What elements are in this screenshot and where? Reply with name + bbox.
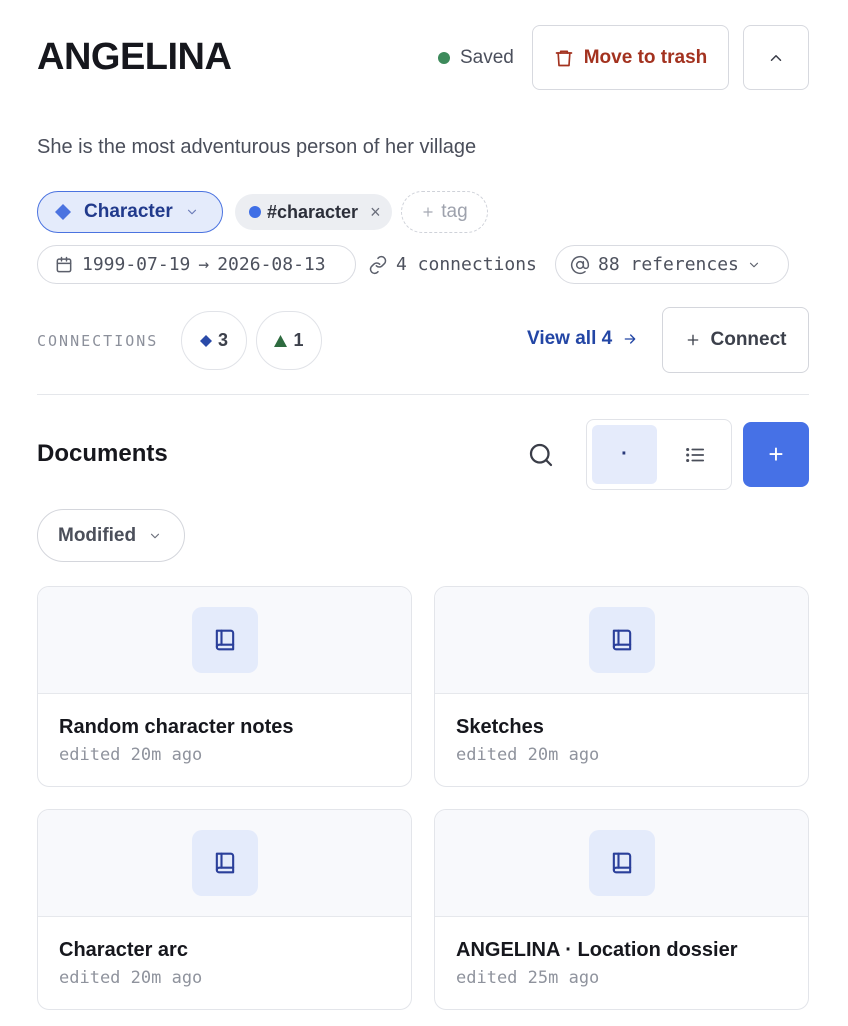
card-icon-tile <box>589 607 655 673</box>
grid-view-button[interactable]: · <box>592 425 657 484</box>
connect-button[interactable]: Connect <box>662 307 809 373</box>
add-tag-label: tag <box>441 201 468 222</box>
date-start: 1999-07-19 <box>82 254 191 275</box>
card-icon-tile <box>192 607 258 673</box>
card-subtitle: edited 20m ago <box>59 745 203 765</box>
tag-chip[interactable]: #character × <box>235 194 392 230</box>
book-icon <box>612 629 632 651</box>
connections-section-label: CONNECTIONS <box>37 332 159 350</box>
card-title: ANGELINA · Location dossier <box>456 939 738 961</box>
book-icon <box>215 629 235 651</box>
link-icon <box>369 255 387 274</box>
collapse-button[interactable] <box>743 25 809 90</box>
save-status: Saved <box>438 47 514 69</box>
arrow-right-icon <box>624 334 636 344</box>
connection-chip-count: 3 <box>217 330 228 350</box>
card-title: Random character notes <box>59 716 294 738</box>
book-icon <box>215 852 235 874</box>
card-subtitle: edited 20m ago <box>456 745 600 765</box>
plus-icon <box>687 334 698 346</box>
triangle-icon <box>274 334 288 347</box>
trash-icon <box>555 50 573 66</box>
card-icon-tile <box>589 830 655 896</box>
date-end: 2026-08-13 <box>217 254 326 275</box>
view-all-connections-link[interactable]: View all 4 <box>527 328 638 350</box>
entity-type-select[interactable]: Character <box>37 191 223 233</box>
list-icon <box>685 447 704 462</box>
tag-remove-icon[interactable]: × <box>370 202 381 223</box>
at-sign-icon <box>570 255 590 274</box>
search-documents-button[interactable] <box>526 440 556 470</box>
view-all-label: View all 4 <box>527 328 613 349</box>
save-status-label: Saved <box>460 47 514 68</box>
grid-view-glyph: · <box>621 443 628 465</box>
diamond-icon <box>55 204 71 220</box>
diamond-icon <box>199 334 212 347</box>
document-card[interactable]: Sketches edited 20m ago <box>434 586 809 787</box>
card-title: Character arc <box>59 939 188 961</box>
add-tag-button[interactable]: tag <box>401 191 488 233</box>
move-to-trash-button[interactable]: Move to trash <box>532 25 729 90</box>
references-label: 88 references <box>598 254 739 275</box>
entity-description[interactable]: She is the most adventurous person of he… <box>37 136 476 159</box>
connections-count[interactable]: 4 connections <box>368 254 537 275</box>
sort-dropdown[interactable]: Modified <box>37 509 185 562</box>
connections-count-label: 4 connections <box>396 254 537 275</box>
references-dropdown[interactable]: 88 references <box>555 245 789 284</box>
document-card[interactable]: Random character notes edited 20m ago <box>37 586 412 787</box>
chevron-down-icon <box>151 533 160 538</box>
calendar-icon <box>56 256 72 272</box>
connect-label: Connect <box>710 329 787 350</box>
sort-label: Modified <box>58 524 137 546</box>
book-icon <box>612 852 632 874</box>
add-document-button[interactable]: + <box>743 422 809 487</box>
tag-label: #character <box>267 201 359 222</box>
date-range-pill[interactable]: 1999-07-19 → 2026-08-13 <box>37 245 356 284</box>
entity-type-label: Character <box>84 201 173 222</box>
connection-chip-count: 1 <box>293 330 304 350</box>
section-divider <box>37 394 809 395</box>
list-view-button[interactable] <box>662 425 727 484</box>
search-icon <box>529 443 553 467</box>
documents-heading: Documents <box>37 440 168 467</box>
chevron-down-icon <box>749 262 758 267</box>
chevron-up-icon <box>770 54 782 61</box>
chevron-down-icon <box>187 209 196 215</box>
saved-status-dot <box>438 52 450 64</box>
date-arrow-icon: → <box>198 254 210 275</box>
card-subtitle: edited 25m ago <box>456 968 600 988</box>
card-subtitle: edited 20m ago <box>59 968 203 988</box>
connection-chip-characters[interactable]: 3 <box>181 311 247 370</box>
move-to-trash-label: Move to trash <box>583 46 708 68</box>
card-title: Sketches <box>456 716 544 738</box>
tag-color-dot <box>249 206 261 218</box>
connection-chip-locations[interactable]: 1 <box>256 311 322 370</box>
document-card[interactable]: Character arc edited 20m ago <box>37 809 412 1010</box>
page-title: ANGELINA <box>37 36 232 78</box>
card-icon-tile <box>192 830 258 896</box>
plus-icon <box>423 207 433 217</box>
document-card[interactable]: ANGELINA · Location dossier edited 25m a… <box>434 809 809 1010</box>
